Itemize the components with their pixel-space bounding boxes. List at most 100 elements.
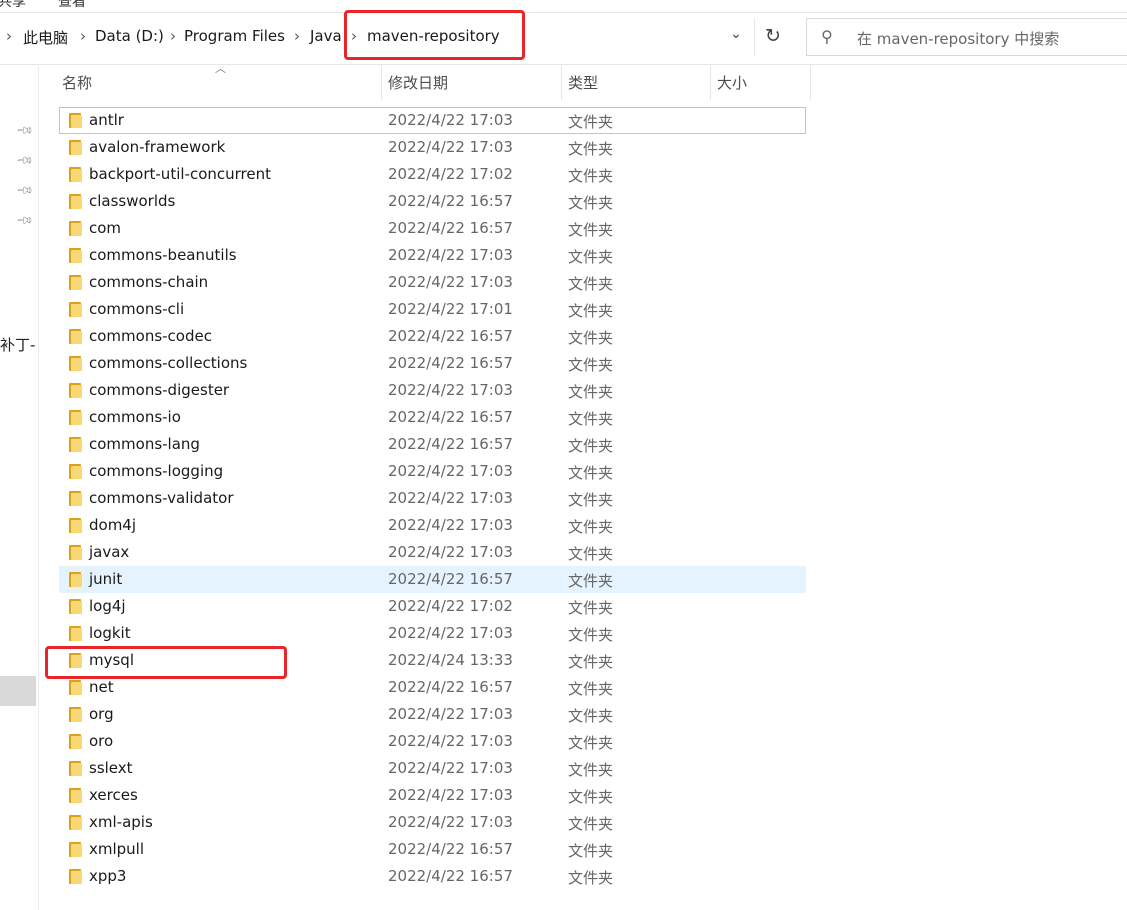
file-type: 文件夹	[568, 545, 614, 563]
file-row[interactable]: backport-util-concurrent 2022/4/22 17:02 文…	[59, 161, 806, 188]
search-icon: ⚲	[821, 27, 833, 46]
column-separator[interactable]	[710, 66, 711, 100]
annotation-box-current-folder	[344, 10, 525, 60]
file-name: logkit	[89, 624, 131, 642]
file-name: xerces	[89, 786, 138, 804]
file-row[interactable]: xmlpull 2022/4/22 16:57 文件夹	[59, 836, 806, 863]
file-row[interactable]: antlr 2022/4/22 17:03 文件夹	[59, 107, 806, 134]
file-modified-date: 2022/4/22 16:57	[388, 435, 513, 453]
file-modified-date: 2022/4/22 17:03	[388, 543, 513, 561]
file-name: commons-logging	[89, 462, 224, 480]
refresh-icon: ↻	[765, 25, 781, 47]
file-type: 文件夹	[568, 275, 614, 293]
file-row[interactable]: oro 2022/4/22 17:03 文件夹	[59, 728, 806, 755]
file-row[interactable]: sslext 2022/4/22 17:03 文件夹	[59, 755, 806, 782]
nav-item-partial[interactable]: 补丁-	[0, 334, 35, 355]
file-row[interactable]: xpp3 2022/4/22 16:57 文件夹	[59, 863, 806, 890]
breadcrumb-drive[interactable]: Data (D:)	[95, 27, 164, 45]
file-row[interactable]: com 2022/4/22 16:57 文件夹	[59, 215, 806, 242]
folder-icon	[68, 734, 82, 749]
file-modified-date: 2022/4/22 16:57	[388, 570, 513, 588]
column-header-size[interactable]: 大小	[717, 66, 747, 100]
file-modified-date: 2022/4/22 16:57	[388, 408, 513, 426]
file-type: 文件夹	[568, 653, 614, 671]
file-type: 文件夹	[568, 734, 614, 752]
folder-icon	[68, 356, 82, 371]
pin-icon[interactable]: 📌︎	[15, 181, 34, 200]
column-separator[interactable]	[810, 66, 811, 100]
file-row[interactable]: dom4j 2022/4/22 17:03 文件夹	[59, 512, 806, 539]
column-header-date[interactable]: 修改日期	[388, 66, 448, 100]
pin-icon[interactable]: 📌︎	[15, 121, 34, 140]
folder-icon	[68, 383, 82, 398]
file-modified-date: 2022/4/22 17:03	[388, 624, 513, 642]
folder-icon	[68, 680, 82, 695]
folder-icon	[68, 491, 82, 506]
breadcrumb-this-pc[interactable]: 此电脑	[23, 27, 68, 48]
toolbar-divider	[0, 64, 1127, 65]
file-type: 文件夹	[568, 626, 614, 644]
file-row[interactable]: xml-apis 2022/4/22 17:03 文件夹	[59, 809, 806, 836]
pin-icon[interactable]: 📌︎	[15, 211, 34, 230]
pin-icon[interactable]: 📌︎	[15, 151, 34, 170]
file-row[interactable]: xerces 2022/4/22 17:03 文件夹	[59, 782, 806, 809]
ribbon-menu-strip: 共享 查看	[0, 0, 1127, 12]
file-row[interactable]: logkit 2022/4/22 17:03 文件夹	[59, 620, 806, 647]
file-type: 文件夹	[568, 518, 614, 536]
file-row[interactable]: commons-logging 2022/4/22 17:03 文件夹	[59, 458, 806, 485]
file-type: 文件夹	[568, 707, 614, 725]
breadcrumb-program-files[interactable]: Program Files	[184, 27, 285, 45]
file-type: 文件夹	[568, 221, 614, 239]
file-type: 文件夹	[568, 167, 614, 185]
file-row[interactable]: commons-chain 2022/4/22 17:03 文件夹	[59, 269, 806, 296]
file-modified-date: 2022/4/22 17:03	[388, 462, 513, 480]
file-row[interactable]: classworlds 2022/4/22 16:57 文件夹	[59, 188, 806, 215]
file-row[interactable]: commons-collections 2022/4/22 16:57 文件夹	[59, 350, 806, 377]
file-row[interactable]: commons-validator 2022/4/22 17:03 文件夹	[59, 485, 806, 512]
file-name: org	[89, 705, 114, 723]
file-row[interactable]: avalon-framework 2022/4/22 17:03 文件夹	[59, 134, 806, 161]
file-row[interactable]: org 2022/4/22 17:03 文件夹	[59, 701, 806, 728]
file-name: antlr	[89, 111, 124, 129]
file-type: 文件夹	[568, 815, 614, 833]
file-name: sslext	[89, 759, 133, 777]
folder-icon	[68, 788, 82, 803]
file-modified-date: 2022/4/22 17:03	[388, 759, 513, 777]
file-name: commons-cli	[89, 300, 185, 318]
file-row[interactable]: commons-cli 2022/4/22 17:01 文件夹	[59, 296, 806, 323]
file-name: commons-validator	[89, 489, 234, 507]
file-row[interactable]: javax 2022/4/22 17:03 文件夹	[59, 539, 806, 566]
nav-item-selected[interactable]	[0, 676, 36, 706]
file-row[interactable]: commons-beanutils 2022/4/22 17:03 文件夹	[59, 242, 806, 269]
file-modified-date: 2022/4/22 17:03	[388, 516, 513, 534]
file-name: commons-lang	[89, 435, 200, 453]
chevron-right-icon[interactable]: ›	[170, 27, 176, 45]
menu-share[interactable]: 共享	[0, 0, 26, 11]
file-row[interactable]: commons-codec 2022/4/22 16:57 文件夹	[59, 323, 806, 350]
column-separator[interactable]	[561, 66, 562, 100]
chevron-right-icon[interactable]: ›	[294, 27, 300, 45]
file-type: 文件夹	[568, 113, 614, 131]
search-input[interactable]: ⚲ 在 maven-repository 中搜索	[806, 18, 1127, 56]
column-separator[interactable]	[381, 66, 382, 100]
file-row[interactable]: log4j 2022/4/22 17:02 文件夹	[59, 593, 806, 620]
breadcrumb-java[interactable]: Java	[310, 27, 342, 45]
column-header-type[interactable]: 类型	[568, 66, 598, 100]
sort-ascending-icon: ︿	[215, 62, 226, 75]
folder-icon	[68, 869, 82, 884]
file-row[interactable]: junit 2022/4/22 16:57 文件夹	[59, 566, 806, 593]
folder-icon	[68, 113, 82, 128]
file-type: 文件夹	[568, 599, 614, 617]
chevron-right-icon[interactable]: ›	[80, 27, 86, 45]
file-modified-date: 2022/4/22 16:57	[388, 192, 513, 210]
chevron-down-icon[interactable]: ⌄	[724, 26, 748, 48]
pane-divider[interactable]	[38, 66, 39, 910]
column-header-name[interactable]: 名称	[62, 66, 92, 100]
menu-view[interactable]: 查看	[58, 0, 86, 11]
file-row[interactable]: commons-digester 2022/4/22 17:03 文件夹	[59, 377, 806, 404]
file-modified-date: 2022/4/22 17:03	[388, 381, 513, 399]
refresh-button[interactable]: ↻	[754, 18, 795, 56]
chevron-right-icon[interactable]: ›	[6, 27, 12, 45]
file-row[interactable]: commons-lang 2022/4/22 16:57 文件夹	[59, 431, 806, 458]
file-row[interactable]: commons-io 2022/4/22 16:57 文件夹	[59, 404, 806, 431]
